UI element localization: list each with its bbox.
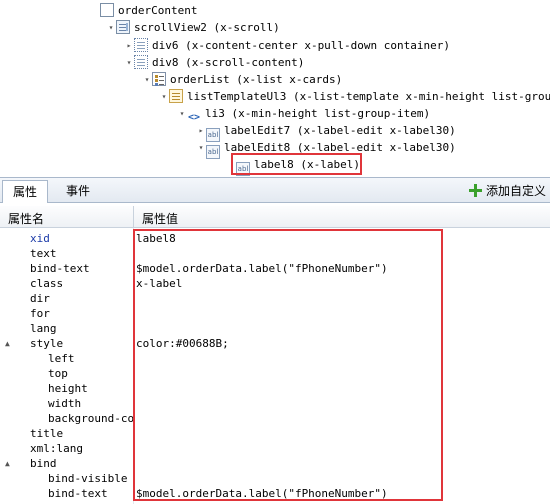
template-icon: [169, 89, 183, 103]
tree-node-orderlist[interactable]: ▾ orderList (x-list x-cards): [142, 71, 342, 88]
tree-node-div6[interactable]: ▸ div6 (x-content-center x-pull-down cont…: [124, 37, 450, 54]
column-header-name: 属性名: [8, 212, 45, 226]
tree-node-scrollview2[interactable]: ▾ scrollView2 (x-scroll): [106, 19, 280, 36]
property-name: top: [48, 367, 68, 380]
tree-node-div8[interactable]: ▾ div8 (x-scroll-content): [124, 54, 304, 71]
tree-node-label: orderList (x-list x-cards): [170, 73, 343, 86]
div-icon: [134, 38, 148, 52]
chevron-down-icon[interactable]: ▲: [5, 456, 10, 471]
property-name: style: [30, 337, 64, 350]
add-custom-label: 添加自定义: [485, 184, 546, 198]
chevron-down-icon[interactable]: ▲: [5, 336, 10, 351]
property-name: width: [48, 397, 82, 410]
tree-node-label: div6 (x-content-center x-pull-down conta…: [152, 39, 451, 52]
property-name: bind-text: [30, 262, 90, 275]
tree-node-label: labelEdit7 (x-label-edit x-label30): [224, 124, 456, 137]
column-header-value: 属性值: [142, 212, 179, 226]
box-icon: [100, 3, 114, 17]
tree-node-label: div8 (x-scroll-content): [152, 56, 305, 69]
property-name: title: [30, 427, 64, 440]
tree-node-label: orderContent: [118, 4, 198, 17]
chevron-down-icon[interactable]: ▾: [159, 88, 169, 105]
tree-node-listtemplateul3[interactable]: ▾ listTemplateUl3 (x-list-template x-min-…: [159, 88, 550, 105]
property-name: xml:lang: [30, 442, 83, 455]
tree-node-label: listTemplateUl3 (x-list-template x-min-h…: [187, 90, 550, 103]
add-custom-property-button[interactable]: 添加自定义: [468, 180, 546, 202]
property-name: height: [48, 382, 88, 395]
tree-node-ordercontent[interactable]: orderContent: [100, 2, 197, 19]
property-name: left: [48, 352, 75, 365]
grid-header: 属性名 属性值: [0, 206, 550, 228]
chevron-down-icon[interactable]: ▾: [142, 71, 152, 88]
tree-node-labeledit7[interactable]: ▸ abl labelEdit7 (x-label-edit x-label30): [196, 122, 456, 142]
tree-node-li3[interactable]: ▾ <> li3 (x-min-height list-group-item): [177, 105, 431, 123]
chevron-down-icon[interactable]: ▾: [124, 54, 134, 71]
tree-node-label: li3 (x-min-height list-group-item): [205, 107, 431, 120]
property-name: dir: [30, 292, 50, 305]
list-icon: [152, 72, 166, 86]
scroll-icon: [116, 20, 130, 34]
label-icon: abl: [206, 145, 220, 159]
property-name: for: [30, 307, 50, 320]
property-name: background-col: [48, 412, 134, 425]
chevron-down-icon[interactable]: ▾: [106, 19, 116, 36]
selected-node-highlight: [231, 153, 362, 175]
chevron-right-icon[interactable]: ▸: [196, 122, 206, 139]
property-name: bind-visible: [48, 472, 128, 485]
property-tabs: 属性 事件 添加自定义: [0, 177, 550, 203]
column-divider: [133, 206, 134, 228]
property-name: xid: [30, 232, 50, 245]
property-name: bind: [30, 457, 57, 470]
chevron-right-icon[interactable]: ▸: [124, 37, 134, 54]
div-icon: [134, 55, 148, 69]
property-name: text: [30, 247, 57, 260]
plus-icon: [468, 184, 482, 197]
tree-node-label: scrollView2 (x-scroll): [134, 21, 280, 34]
property-name: bind-text: [48, 487, 108, 500]
chevron-down-icon[interactable]: ▾: [196, 139, 206, 156]
tab-events[interactable]: 事件: [56, 180, 100, 203]
property-name: class: [30, 277, 64, 290]
outline-tree: orderContent ▾ scrollView2 (x-scroll) ▸ di…: [0, 0, 550, 176]
property-name: lang: [30, 322, 57, 335]
tab-properties[interactable]: 属性: [2, 180, 49, 203]
chevron-down-icon[interactable]: ▾: [177, 105, 187, 122]
values-highlight: [133, 229, 443, 501]
